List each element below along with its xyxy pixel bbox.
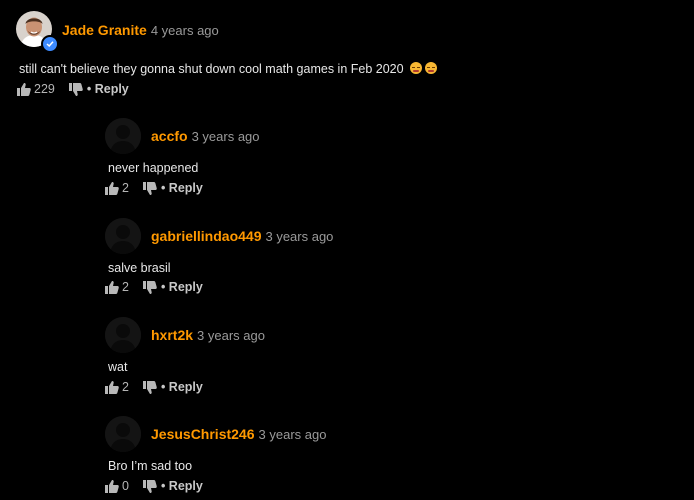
thumbs-up-icon[interactable] — [105, 380, 119, 394]
like-count: 0 — [122, 479, 129, 493]
verified-badge-icon — [41, 35, 59, 53]
timestamp: 3 years ago — [191, 129, 260, 144]
like-count: 2 — [122, 181, 129, 195]
comment-actions: 229 • Reply — [17, 82, 129, 96]
thumbs-down-icon[interactable] — [142, 280, 157, 294]
default-avatar-icon — [105, 118, 141, 154]
comment-text: still can't believe they gonna shut down… — [19, 62, 404, 76]
default-avatar-icon — [105, 416, 141, 452]
reply-button[interactable]: • Reply — [161, 479, 203, 493]
thumbs-down-icon[interactable] — [68, 82, 83, 96]
comment-actions: 0 • Reply — [105, 479, 203, 493]
sleepy-face-emoji-icon — [410, 62, 423, 74]
thumbs-down-icon[interactable] — [142, 479, 157, 493]
comment-text: Bro I’m sad too — [108, 459, 193, 473]
comment-text: never happened — [108, 161, 199, 175]
like-count: 229 — [34, 82, 55, 96]
comment-text-row: still can't believe they gonna shut down… — [19, 61, 438, 77]
avatar[interactable] — [105, 416, 141, 452]
username[interactable]: hxrt2k — [151, 327, 193, 343]
comment-text: wat — [108, 360, 128, 374]
avatar[interactable] — [105, 118, 141, 154]
comment-header: hxrt2k 3 years ago — [151, 327, 265, 344]
username[interactable]: Jade Granite — [62, 22, 147, 38]
comment-header: Jade Granite 4 years ago — [62, 22, 219, 39]
thumbs-up-icon[interactable] — [105, 479, 119, 493]
reply-button[interactable]: • Reply — [87, 82, 129, 96]
comment-actions: 2 • Reply — [105, 280, 203, 294]
timestamp: 3 years ago — [265, 229, 334, 244]
thumbs-up-icon[interactable] — [17, 82, 31, 96]
timestamp: 4 years ago — [150, 23, 219, 38]
comment-actions: 2 • Reply — [105, 181, 203, 195]
avatar[interactable] — [105, 317, 141, 353]
timestamp: 3 years ago — [197, 328, 265, 343]
username[interactable]: gabriellindao449 — [151, 228, 261, 244]
default-avatar-icon — [105, 317, 141, 353]
comment-header: JesusChrist246 3 years ago — [151, 426, 326, 443]
reply-button[interactable]: • Reply — [161, 380, 203, 394]
comment-header: accfo 3 years ago — [151, 128, 260, 145]
username[interactable]: JesusChrist246 — [151, 426, 255, 442]
comment-text: salve brasil — [108, 261, 171, 275]
reply-button[interactable]: • Reply — [161, 181, 203, 195]
default-avatar-icon — [105, 218, 141, 254]
like-count: 2 — [122, 380, 129, 394]
comment-actions: 2 • Reply — [105, 380, 203, 394]
avatar[interactable] — [105, 218, 141, 254]
username[interactable]: accfo — [151, 128, 188, 144]
thumbs-down-icon[interactable] — [142, 380, 157, 394]
thumbs-up-icon[interactable] — [105, 280, 119, 294]
timestamp: 3 years ago — [258, 427, 327, 442]
sleepy-face-emoji-icon — [425, 62, 438, 74]
comment-header: gabriellindao449 3 years ago — [151, 228, 333, 245]
like-count: 2 — [122, 280, 129, 294]
reply-button[interactable]: • Reply — [161, 280, 203, 294]
thumbs-down-icon[interactable] — [142, 181, 157, 195]
thumbs-up-icon[interactable] — [105, 181, 119, 195]
